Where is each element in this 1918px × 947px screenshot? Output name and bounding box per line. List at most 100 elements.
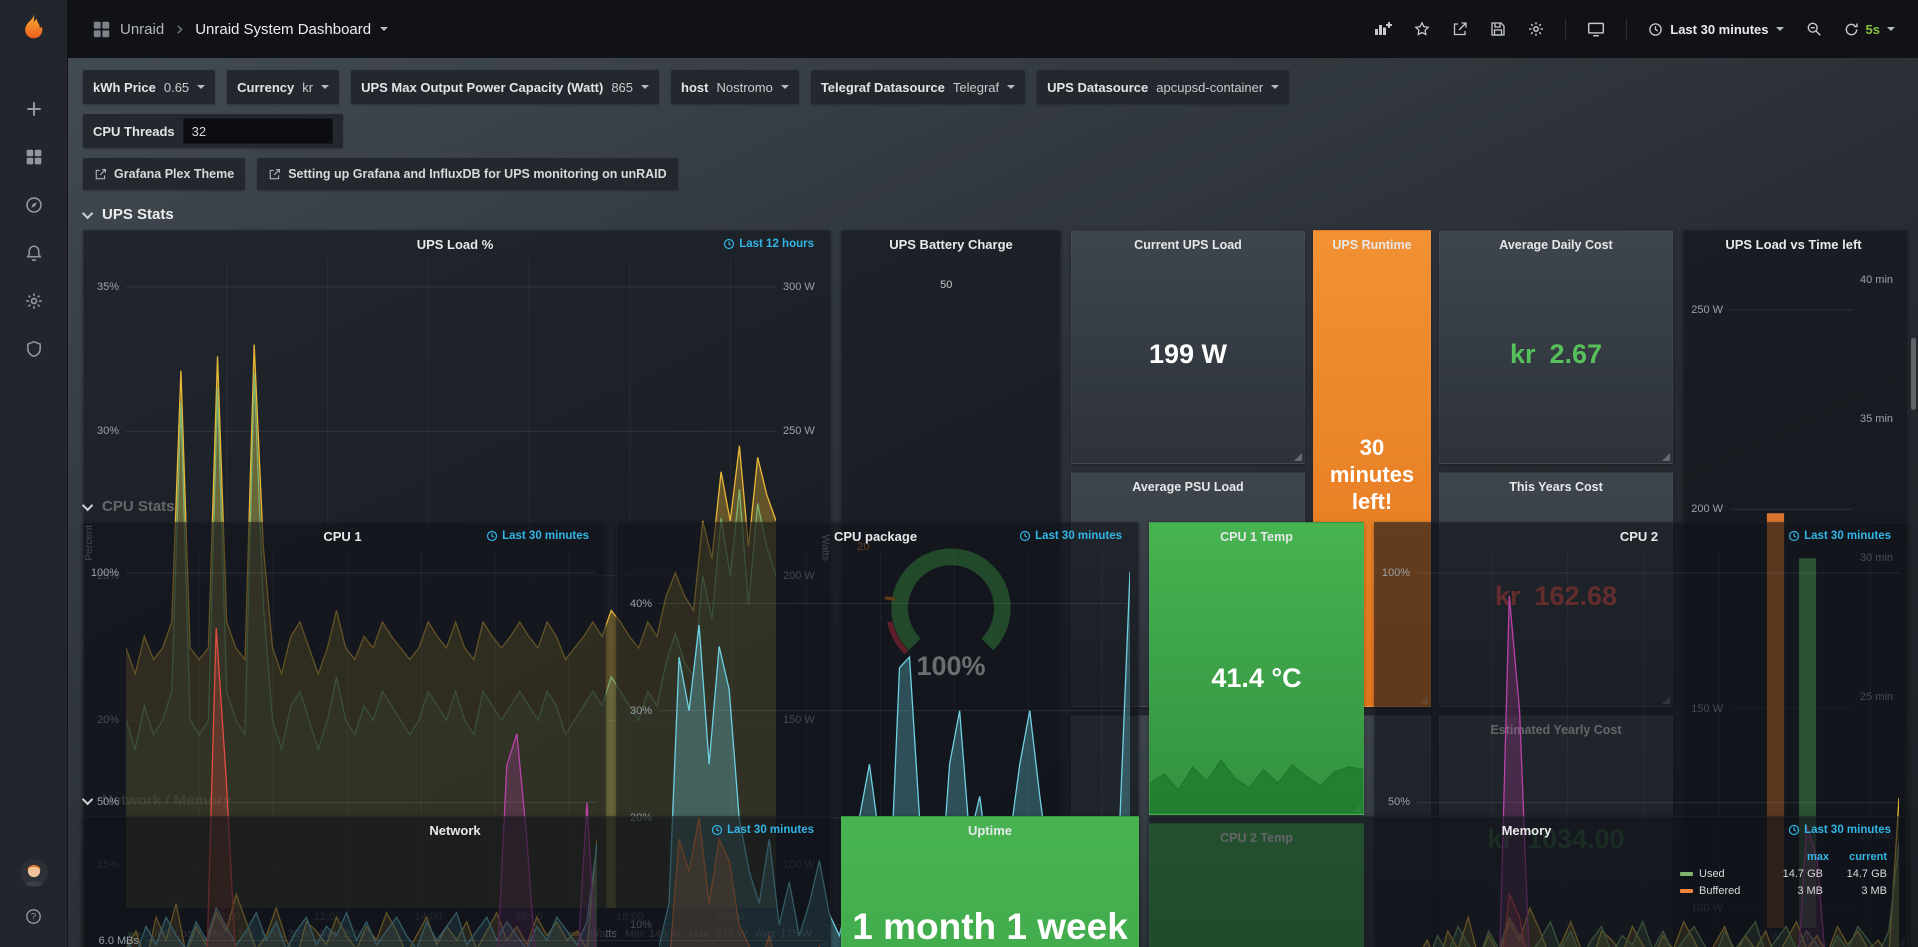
panel-header[interactable]: Uptime <box>842 817 1138 844</box>
navbar-actions: Last 30 minutes 5s <box>1365 12 1904 46</box>
legend-header: max current <box>1680 848 1887 865</box>
legend-col-max[interactable]: max <box>1771 851 1829 863</box>
variable-value[interactable]: Nostromo <box>716 80 772 95</box>
panel-header[interactable]: UPS Battery Charge <box>842 231 1060 258</box>
panel-time-range[interactable]: Last 30 minutes <box>486 530 589 542</box>
avatar-icon <box>19 858 49 888</box>
star-dashboard-button[interactable] <box>1405 13 1439 45</box>
series-name[interactable]: Buffered <box>1699 885 1759 897</box>
chevron-down-icon <box>1271 85 1279 89</box>
breadcrumb-title[interactable]: Unraid System Dashboard <box>195 21 371 38</box>
cycle-view-mode-button[interactable] <box>1578 12 1614 46</box>
chevron-down-icon <box>1776 27 1784 31</box>
network-chart: 2.0 MBs4.0 MBs6.0 MBs <box>88 844 822 947</box>
grafana-logo[interactable] <box>18 0 50 59</box>
variable-value[interactable]: apcupsd-container <box>1156 80 1263 95</box>
clock-icon <box>711 824 723 836</box>
time-range-label: Last 30 minutes <box>727 824 814 836</box>
panel-title: Current UPS Load <box>1134 238 1242 252</box>
panel-time-range[interactable]: Last 12 hours <box>723 238 814 250</box>
zoom-out-button[interactable] <box>1797 13 1831 45</box>
panel-time-range[interactable]: Last 30 minutes <box>1788 824 1891 836</box>
legend-row[interactable]: Buffered 3 MB 3 MB <box>1680 882 1887 899</box>
variable-value[interactable]: kr <box>302 80 313 95</box>
scrollbar-thumb[interactable] <box>1911 338 1916 410</box>
time-range-label: Last 30 minutes <box>502 530 589 542</box>
panel-title: This Years Cost <box>1509 480 1603 494</box>
variable-label: UPS Datasource <box>1047 80 1148 95</box>
svg-text:?: ? <box>31 911 36 922</box>
variable-currency[interactable]: Currency kr <box>227 70 339 104</box>
sidebar-item-explore[interactable] <box>0 183 68 227</box>
link-ups-monitoring-guide[interactable]: Setting up Grafana and InfluxDB for UPS … <box>257 158 677 190</box>
panel-header[interactable]: Network Last 30 minutes <box>88 817 822 844</box>
legend-col-current[interactable]: current <box>1829 851 1887 863</box>
panel-time-range[interactable]: Last 30 minutes <box>1019 530 1122 542</box>
dashboards-grid-icon <box>25 148 43 166</box>
panel-header[interactable]: CPU package Last 30 minutes <box>621 523 1130 550</box>
sidebar-item-dashboards[interactable] <box>0 135 68 179</box>
variable-label: CPU Threads <box>93 124 175 139</box>
panel-time-range[interactable]: Last 30 minutes <box>1788 530 1891 542</box>
share-dashboard-button[interactable] <box>1443 13 1477 45</box>
compass-icon <box>25 196 43 214</box>
dashboard-grid-icon[interactable] <box>92 20 111 39</box>
panel-title: Uptime <box>968 823 1012 838</box>
panel-header[interactable]: CPU 1 Last 30 minutes <box>88 523 597 550</box>
plot-area[interactable] <box>146 844 822 947</box>
clock-icon <box>1648 22 1663 37</box>
panel-time-range[interactable]: Last 30 minutes <box>711 824 814 836</box>
ups-stats-row: UPS Load % Last 12 hours Percent Watts 1… <box>83 230 1908 482</box>
stat-value: 43.6 °C <box>1150 845 1363 947</box>
panel-average-daily-cost: Average Daily Cost kr 2.67 <box>1439 230 1673 464</box>
variable-value[interactable]: 0.65 <box>164 80 189 95</box>
refresh-button[interactable]: 5s <box>1835 14 1904 45</box>
add-panel-button[interactable] <box>1365 13 1401 45</box>
series-name[interactable]: Used <box>1699 868 1759 880</box>
axis-tick-label: 35 min <box>1860 413 1893 425</box>
panel-header[interactable]: UPS Load % Last 12 hours <box>88 231 822 258</box>
stat-value: kr 2.67 <box>1510 252 1602 463</box>
legend-row[interactable]: Used 14.7 GB 14.7 GB <box>1680 865 1887 882</box>
variable-host[interactable]: host Nostromo <box>671 70 799 104</box>
help-button[interactable]: ? <box>0 901 68 931</box>
sidebar-item-create[interactable] <box>0 87 68 131</box>
variable-label: Currency <box>237 80 294 95</box>
dashboard-links-row: Grafana Plex Theme Setting up Grafana an… <box>83 158 1908 190</box>
panel-current-ups-load: Current UPS Load 199 W <box>1071 230 1305 464</box>
app-root: ? Unraid Unraid System Dashboard <box>0 0 1918 947</box>
variable-cpu-threads: CPU Threads <box>83 114 343 148</box>
chevron-down-icon[interactable] <box>380 27 388 31</box>
time-range-picker-button[interactable]: Last 30 minutes <box>1639 14 1792 45</box>
panel-title: CPU 2 <box>1620 529 1658 544</box>
save-dashboard-button[interactable] <box>1481 13 1515 45</box>
sidebar-item-alerting[interactable] <box>0 231 68 275</box>
variable-ups-datasource[interactable]: UPS Datasource apcupsd-container <box>1037 70 1289 104</box>
panel-title: Network <box>429 823 480 838</box>
row-header-ups-stats[interactable]: UPS Stats <box>85 206 1908 223</box>
panel-header[interactable]: Memory Last 30 minutes <box>1154 817 1899 844</box>
variable-ups-max-output[interactable]: UPS Max Output Power Capacity (Watt) 865 <box>351 70 659 104</box>
breadcrumb-root[interactable]: Unraid <box>120 21 164 38</box>
variable-value[interactable]: 865 <box>611 80 633 95</box>
sidebar-item-configuration[interactable] <box>0 279 68 323</box>
link-grafana-plex-theme[interactable]: Grafana Plex Theme <box>83 158 245 190</box>
dashboard-settings-button[interactable] <box>1519 13 1553 45</box>
panel-title: Memory <box>1502 823 1552 838</box>
panel-header[interactable]: CPU 2 Last 30 minutes <box>1379 523 1899 550</box>
cpu-stats-row: CPU 1 Last 30 minutes 0%50%100% 19:5520:… <box>83 522 1908 776</box>
gear-icon <box>25 292 43 310</box>
time-range-label: Last 30 minutes <box>1804 824 1891 836</box>
resize-handle[interactable] <box>1294 453 1302 461</box>
variable-kwh-price[interactable]: kWh Price 0.65 <box>83 70 215 104</box>
variable-telegraf-datasource[interactable]: Telegraf Datasource Telegraf <box>811 70 1025 104</box>
sidebar-bottom: ? <box>0 858 68 947</box>
resize-handle[interactable] <box>1662 453 1670 461</box>
panel-header[interactable]: UPS Load vs Time left <box>1688 231 1899 258</box>
user-avatar[interactable] <box>19 858 49 891</box>
y-axis-left: 2.0 MBs4.0 MBs6.0 MBs <box>88 844 146 947</box>
clock-icon <box>723 238 735 250</box>
sidebar-item-server-admin[interactable] <box>0 327 68 371</box>
cpu-threads-input[interactable] <box>183 118 333 144</box>
variable-value[interactable]: Telegraf <box>953 80 999 95</box>
